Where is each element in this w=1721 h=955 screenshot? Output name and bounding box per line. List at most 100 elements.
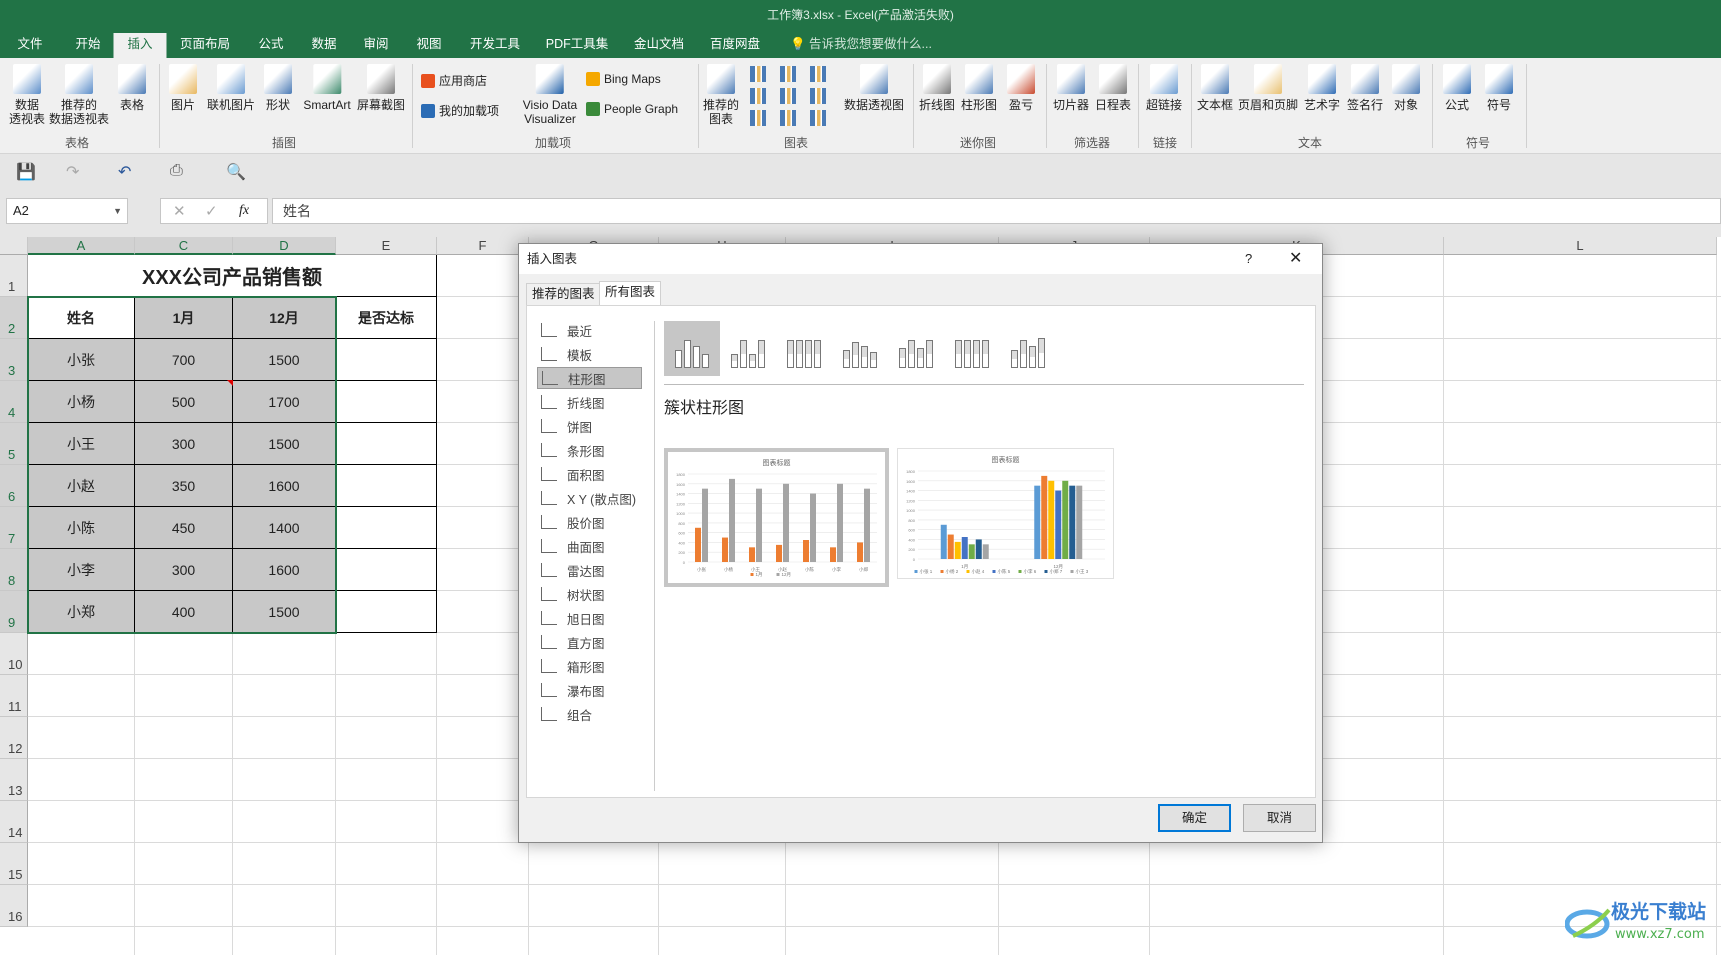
data-cell[interactable] bbox=[336, 507, 437, 549]
data-cell[interactable] bbox=[336, 465, 437, 507]
chart-preview-2[interactable]: 图表标题 0 200 400 600 800 1000 1200 1400 1600 1800 1月 1… bbox=[897, 448, 1114, 579]
chart-type-2[interactable]: 柱形图 bbox=[537, 367, 642, 389]
ribbon-button-13[interactable]: 盈亏 bbox=[1007, 64, 1035, 112]
tab-recommended-charts[interactable]: 推荐的图表 bbox=[526, 283, 601, 305]
data-cell[interactable] bbox=[336, 591, 437, 633]
check-icon[interactable]: ✓ bbox=[205, 202, 218, 220]
row-header-8[interactable]: 8 bbox=[0, 549, 28, 591]
save-icon[interactable]: 💾 bbox=[16, 162, 36, 182]
chart-preview-1[interactable]: 图表标题 0 200 400 600 800 1000 1200 1400 1600 1800 小张 小… bbox=[664, 448, 889, 587]
chart-subtype-0[interactable] bbox=[664, 321, 720, 376]
chart-subtype-6[interactable] bbox=[1000, 321, 1056, 376]
select-all-corner[interactable] bbox=[0, 237, 28, 255]
close-icon[interactable]: ✕ bbox=[1289, 244, 1302, 274]
tab-7[interactable]: 视图 bbox=[416, 33, 441, 58]
row-header-5[interactable]: 5 bbox=[0, 423, 28, 465]
sheet-title-cell[interactable]: XXX公司产品销售额 bbox=[28, 255, 437, 297]
data-cell[interactable] bbox=[336, 381, 437, 423]
column-header-C[interactable]: C bbox=[135, 237, 233, 255]
cancel-icon[interactable]: ✕ bbox=[173, 202, 186, 220]
ribbon-button-16[interactable]: 超链接 bbox=[1146, 64, 1182, 112]
ribbon-button-22[interactable]: 公式 bbox=[1443, 64, 1471, 112]
chart-type-10[interactable]: 雷达图 bbox=[537, 559, 642, 581]
tab-10[interactable]: 金山文档 bbox=[634, 33, 684, 58]
chart-type-7[interactable]: X Y (散点图) bbox=[537, 487, 642, 509]
ribbon-small-button-1[interactable]: 我的加载项 bbox=[421, 102, 499, 119]
ribbon-button-17[interactable]: 文本框 bbox=[1197, 64, 1233, 112]
search-document-icon[interactable]: 🔍 bbox=[226, 162, 246, 182]
ribbon-button-0[interactable]: 数据 透视表 bbox=[9, 64, 45, 126]
row-header-11[interactable]: 11 bbox=[0, 675, 28, 717]
chevron-down-icon[interactable]: ▼ bbox=[113, 199, 122, 223]
formula-input[interactable]: 姓名 bbox=[272, 198, 1721, 224]
tab-all-charts[interactable]: 所有图表 bbox=[599, 281, 662, 306]
row-header-6[interactable]: 6 bbox=[0, 465, 28, 507]
chart-gallery-icon[interactable] bbox=[750, 88, 766, 104]
chart-type-1[interactable]: 模板 bbox=[537, 343, 642, 365]
tab-0[interactable]: 文件 bbox=[17, 33, 42, 58]
help-button[interactable]: ? bbox=[1245, 244, 1252, 274]
chart-type-11[interactable]: 树状图 bbox=[537, 583, 642, 605]
row-header-9[interactable]: 9 bbox=[0, 591, 28, 633]
chart-gallery-icon[interactable] bbox=[780, 110, 796, 126]
ribbon-button-23[interactable]: 符号 bbox=[1485, 64, 1513, 112]
chart-gallery-icon[interactable] bbox=[780, 88, 796, 104]
chart-subtype-4[interactable] bbox=[888, 321, 944, 376]
ribbon-button-1[interactable]: 推荐的 数据透视表 bbox=[49, 64, 109, 126]
ribbon-small-button-3[interactable]: People Graph bbox=[586, 102, 678, 116]
chart-type-0[interactable]: 最近 bbox=[537, 319, 642, 341]
row-header-10[interactable]: 10 bbox=[0, 633, 28, 675]
ribbon-button-15[interactable]: 日程表 bbox=[1095, 64, 1131, 112]
column-header-A[interactable]: A bbox=[28, 237, 135, 255]
fx-icon[interactable]: fx bbox=[239, 203, 249, 219]
column-header-F[interactable]: F bbox=[437, 237, 529, 255]
tell-me-search[interactable]: 💡 告诉我您想要做什么... bbox=[790, 33, 932, 58]
chart-gallery-icon[interactable] bbox=[810, 66, 826, 82]
chart-type-13[interactable]: 直方图 bbox=[537, 631, 642, 653]
tab-3[interactable]: 页面布局 bbox=[180, 33, 230, 58]
ribbon-button-12[interactable]: 柱形图 bbox=[961, 64, 997, 112]
data-cell[interactable] bbox=[336, 423, 437, 465]
chart-type-6[interactable]: 面积图 bbox=[537, 463, 642, 485]
cancel-button[interactable]: 取消 bbox=[1243, 804, 1316, 832]
chart-type-14[interactable]: 箱形图 bbox=[537, 655, 642, 677]
ribbon-small-button-0[interactable]: 应用商店 bbox=[421, 72, 487, 89]
chart-gallery-icon[interactable] bbox=[810, 88, 826, 104]
tab-5[interactable]: 数据 bbox=[311, 33, 336, 58]
tab-9[interactable]: PDF工具集 bbox=[546, 33, 609, 58]
chart-type-3[interactable]: 折线图 bbox=[537, 391, 642, 413]
chart-type-8[interactable]: 股价图 bbox=[537, 511, 642, 533]
data-cell[interactable] bbox=[336, 339, 437, 381]
tab-8[interactable]: 开发工具 bbox=[470, 33, 520, 58]
chart-gallery-icon[interactable] bbox=[810, 110, 826, 126]
column-header-D[interactable]: D bbox=[233, 237, 336, 255]
tab-2[interactable]: 插入 bbox=[113, 33, 167, 58]
chart-type-16[interactable]: 组合 bbox=[537, 703, 642, 725]
tab-11[interactable]: 百度网盘 bbox=[710, 33, 760, 58]
chart-type-9[interactable]: 曲面图 bbox=[537, 535, 642, 557]
chart-type-12[interactable]: 旭日图 bbox=[537, 607, 642, 629]
data-cell[interactable] bbox=[336, 549, 437, 591]
row-header-15[interactable]: 15 bbox=[0, 843, 28, 885]
chart-type-4[interactable]: 饼图 bbox=[537, 415, 642, 437]
ribbon-button-19[interactable]: 艺术字 bbox=[1304, 64, 1340, 112]
row-header-4[interactable]: 4 bbox=[0, 381, 28, 423]
redo-icon[interactable]: ↷ bbox=[66, 162, 79, 182]
name-box[interactable]: A2 ▼ bbox=[6, 198, 128, 224]
chart-type-5[interactable]: 条形图 bbox=[537, 439, 642, 461]
undo-icon[interactable]: ↶ bbox=[118, 162, 131, 182]
ribbon-button-2[interactable]: 表格 bbox=[118, 64, 146, 112]
row-header-2[interactable]: 2 bbox=[0, 297, 28, 339]
chart-gallery-icon[interactable] bbox=[750, 110, 766, 126]
chart-type-15[interactable]: 瀑布图 bbox=[537, 679, 642, 701]
header-cell[interactable]: 是否达标 bbox=[336, 297, 437, 339]
row-header-1[interactable]: 1 bbox=[0, 255, 28, 297]
chart-subtype-3[interactable] bbox=[832, 321, 888, 376]
row-header-14[interactable]: 14 bbox=[0, 801, 28, 843]
row-header-13[interactable]: 13 bbox=[0, 759, 28, 801]
print-preview-icon[interactable]: ⎙ bbox=[170, 162, 183, 180]
row-header-3[interactable]: 3 bbox=[0, 339, 28, 381]
chart-subtype-1[interactable] bbox=[720, 321, 776, 376]
tab-6[interactable]: 审阅 bbox=[363, 33, 388, 58]
chart-gallery-icon[interactable] bbox=[750, 66, 766, 82]
